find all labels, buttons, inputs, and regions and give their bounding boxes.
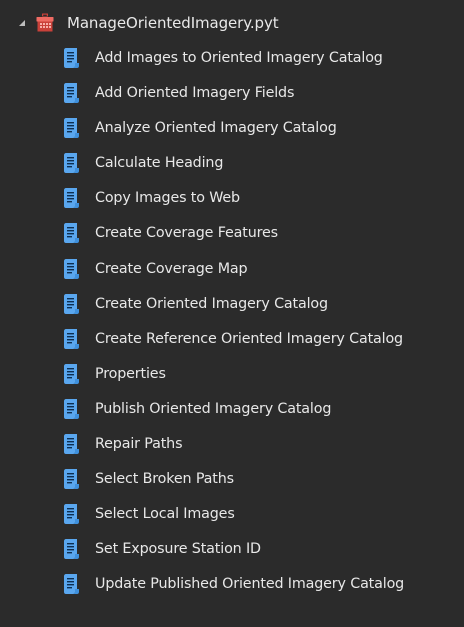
tool-item[interactable]: Create Reference Oriented Imagery Catalo…	[0, 324, 464, 354]
tool-label: Calculate Heading	[95, 155, 224, 172]
tool-item[interactable]: Calculate Heading	[0, 148, 464, 178]
tool-label: Create Reference Oriented Imagery Catalo…	[95, 330, 403, 347]
script-tool-icon-glyph	[64, 293, 79, 314]
tool-item[interactable]: Create Coverage Map	[0, 254, 464, 284]
script-tool-icon	[62, 222, 80, 244]
script-tool-icon-glyph	[64, 83, 79, 104]
script-tool-icon	[62, 363, 80, 385]
script-tool-icon	[62, 328, 80, 350]
tool-item[interactable]: Add Images to Oriented Imagery Catalog	[0, 43, 464, 73]
expanded-chevron-icon[interactable]	[17, 18, 27, 28]
script-tool-icon	[62, 82, 80, 104]
script-tool-icon	[62, 187, 80, 209]
tool-item[interactable]: Properties	[0, 359, 464, 389]
script-tool-icon	[62, 152, 80, 174]
tool-item[interactable]: Add Oriented Imagery Fields	[0, 78, 464, 108]
toolbox-icon	[35, 13, 55, 33]
expanded-chevron-glyph	[19, 20, 25, 26]
tool-label: Set Exposure Station ID	[95, 541, 261, 558]
tool-label: Copy Images to Web	[95, 190, 240, 207]
script-tool-icon-glyph	[64, 328, 79, 349]
tool-list: Add Images to Oriented Imagery Catalog A…	[0, 43, 464, 599]
script-tool-icon	[62, 293, 80, 315]
script-tool-icon-glyph	[64, 574, 79, 595]
tool-label: Create Oriented Imagery Catalog	[95, 295, 328, 312]
script-tool-icon	[62, 468, 80, 490]
tool-label: Create Coverage Features	[95, 225, 278, 242]
script-tool-icon	[62, 258, 80, 280]
toolbox-name: ManageOrientedImagery.pyt	[67, 14, 279, 32]
script-tool-icon-glyph	[64, 363, 79, 384]
script-tool-icon	[62, 433, 80, 455]
tool-label: Repair Paths	[95, 436, 183, 453]
script-tool-icon-glyph	[64, 118, 79, 139]
script-tool-icon-glyph	[64, 48, 79, 68]
tool-label: Publish Oriented Imagery Catalog	[95, 400, 332, 417]
tool-item[interactable]: Create Oriented Imagery Catalog	[0, 289, 464, 319]
toolbox-icon-glyph	[36, 13, 54, 32]
tool-item[interactable]: Repair Paths	[0, 429, 464, 459]
script-tool-icon-glyph	[64, 504, 79, 525]
tool-item[interactable]: Set Exposure Station ID	[0, 534, 464, 564]
tool-item[interactable]: Create Coverage Features	[0, 218, 464, 248]
script-tool-icon-glyph	[64, 539, 79, 560]
tool-label: Create Coverage Map	[95, 260, 248, 277]
script-tool-icon	[62, 573, 80, 595]
script-tool-icon	[62, 538, 80, 560]
script-tool-icon-glyph	[64, 188, 79, 209]
script-tool-icon-glyph	[64, 258, 79, 279]
script-tool-icon-glyph	[64, 469, 79, 490]
tool-label: Add Oriented Imagery Fields	[95, 85, 295, 102]
tool-label: Select Local Images	[95, 506, 235, 523]
tool-item[interactable]: Update Published Oriented Imagery Catalo…	[0, 569, 464, 599]
tool-item[interactable]: Select Local Images	[0, 499, 464, 529]
tool-label: Add Images to Oriented Imagery Catalog	[95, 50, 383, 66]
script-tool-icon-glyph	[64, 398, 79, 419]
tool-item[interactable]: Analyze Oriented Imagery Catalog	[0, 113, 464, 143]
tool-item[interactable]: Copy Images to Web	[0, 183, 464, 213]
tool-item[interactable]: Publish Oriented Imagery Catalog	[0, 394, 464, 424]
tool-label: Analyze Oriented Imagery Catalog	[95, 120, 337, 137]
script-tool-icon	[62, 398, 80, 420]
script-tool-icon	[62, 117, 80, 139]
script-tool-icon-glyph	[64, 153, 79, 174]
toolbox-tree: ManageOrientedImagery.pyt Add Images to …	[0, 0, 464, 627]
tool-item[interactable]: Select Broken Paths	[0, 464, 464, 494]
script-tool-icon	[62, 503, 80, 525]
script-tool-icon-glyph	[64, 434, 79, 455]
toolbox-node[interactable]: ManageOrientedImagery.pyt	[0, 9, 464, 37]
script-tool-icon	[62, 47, 80, 69]
tool-label: Properties	[95, 365, 166, 382]
tool-label: Update Published Oriented Imagery Catalo…	[95, 576, 405, 593]
script-tool-icon-glyph	[64, 223, 79, 244]
tool-label: Select Broken Paths	[95, 471, 234, 488]
